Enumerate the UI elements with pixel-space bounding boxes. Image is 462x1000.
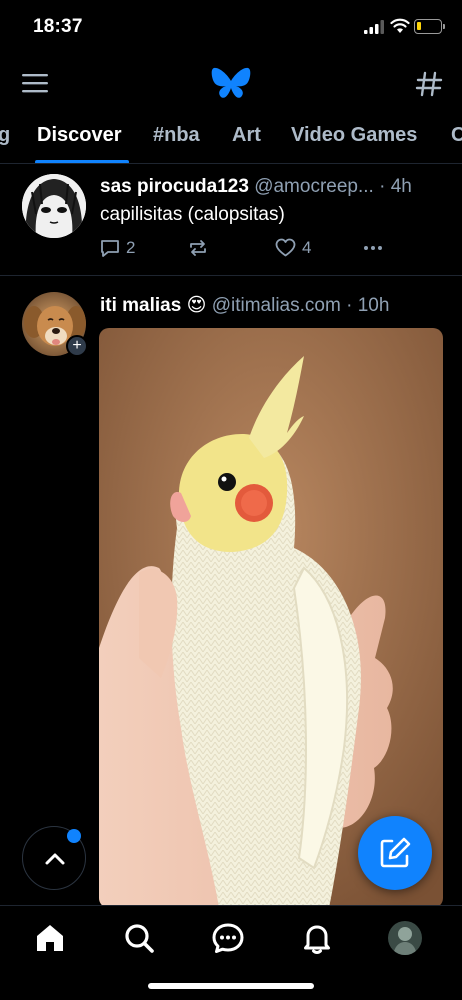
display-name[interactable]: iti malias: [100, 295, 181, 316]
cellular-signal-icon: [364, 20, 384, 34]
tab-video-games[interactable]: Video Games: [291, 124, 417, 147]
chat-icon[interactable]: [211, 921, 245, 955]
battery-level: [417, 22, 421, 30]
home-icon[interactable]: [33, 921, 67, 955]
post-time[interactable]: 4h: [391, 176, 412, 197]
feed-tabs: g Discover #nba Art Video Games C: [0, 112, 462, 164]
app-header: [0, 56, 462, 112]
hashtag-icon[interactable]: [414, 69, 444, 99]
like-count: 4: [302, 238, 312, 257]
feed-post[interactable]: sas pirocuda123 @amocreep... · 4h capili…: [0, 164, 462, 276]
more-options-button[interactable]: [362, 236, 384, 260]
post-time[interactable]: 10h: [358, 295, 390, 316]
reply-bubble-icon: [101, 240, 119, 257]
reply-count: 2: [126, 238, 136, 257]
post-header: iti malias 😍 @itimalias.com · 10h: [100, 294, 444, 317]
tab-partial-right[interactable]: C: [451, 124, 462, 147]
bell-icon[interactable]: [300, 921, 334, 955]
separator-dot: ·: [379, 176, 386, 197]
like-button[interactable]: 4: [275, 236, 311, 260]
display-name[interactable]: sas pirocuda123: [100, 176, 249, 197]
heart-icon: [275, 238, 296, 257]
search-icon[interactable]: [122, 921, 156, 955]
tab-nba[interactable]: #nba: [153, 124, 200, 147]
user-handle[interactable]: @itimalias.com: [212, 295, 341, 316]
post-header: sas pirocuda123 @amocreep... · 4h: [100, 176, 444, 198]
wifi-icon: [390, 18, 410, 33]
post-text: capilisitas (calopsitas): [100, 204, 285, 225]
status-bar: 18:37: [0, 0, 462, 56]
butterfly-logo-icon[interactable]: [211, 66, 251, 100]
battery-icon: [414, 19, 442, 34]
profile-avatar[interactable]: [388, 921, 422, 955]
compose-pencil-icon: [380, 837, 411, 868]
tab-discover[interactable]: Discover: [37, 124, 122, 147]
reply-button[interactable]: 2: [100, 236, 135, 260]
compose-post-button[interactable]: [358, 816, 432, 890]
home-indicator: [148, 983, 314, 989]
repost-button[interactable]: [187, 236, 215, 260]
repost-icon: [190, 240, 206, 256]
emoji: 😍: [186, 295, 207, 316]
hamburger-menu-icon[interactable]: [20, 70, 50, 96]
separator-dot: ·: [346, 295, 353, 316]
new-posts-indicator-dot: [67, 829, 81, 843]
user-handle[interactable]: @amocreep...: [254, 176, 374, 197]
tab-partial-left[interactable]: g: [0, 124, 10, 147]
feed-post[interactable]: + iti malias 😍 @itimalias.com · 10h: [0, 277, 462, 908]
manga-face-avatar-image: [22, 174, 86, 238]
avatar[interactable]: [22, 174, 86, 238]
tab-art[interactable]: Art: [232, 124, 261, 147]
ellipsis-icon: [364, 246, 382, 250]
status-time: 18:37: [33, 16, 83, 37]
follow-plus-button[interactable]: +: [66, 335, 88, 357]
post-actions: 2 4: [100, 236, 400, 262]
battery-tip: [443, 24, 445, 29]
